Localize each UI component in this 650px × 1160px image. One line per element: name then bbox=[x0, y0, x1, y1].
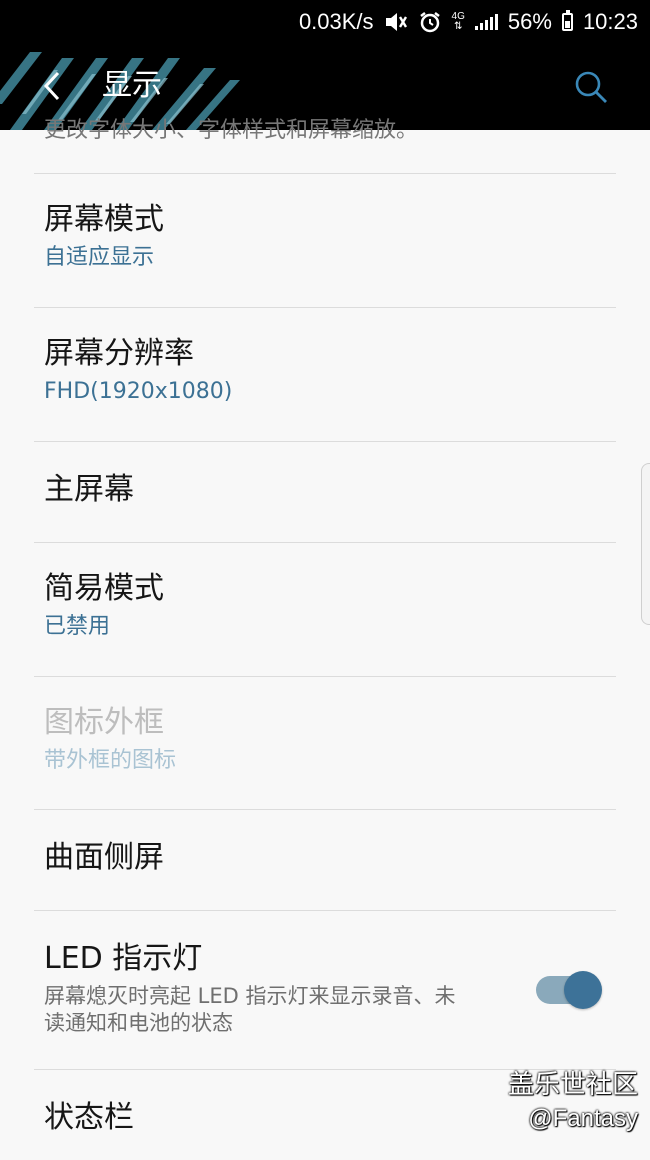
watermark: 盖乐世社区 @Fantasy bbox=[508, 1064, 638, 1133]
item-screen-mode[interactable]: 屏幕模式 自适应显示 bbox=[0, 174, 650, 307]
search-button[interactable] bbox=[568, 64, 614, 110]
toggle-knob bbox=[564, 971, 602, 1009]
battery-percent: 56% bbox=[507, 9, 552, 34]
watermark-user: @Fantasy bbox=[528, 1105, 638, 1132]
status-bar: 0.03K/s 4G ⇅ 56% 10:23 bbox=[0, 0, 650, 44]
alarm-icon bbox=[418, 10, 442, 34]
item-title: 简易模式 bbox=[44, 571, 164, 606]
item-title: 屏幕模式 bbox=[44, 202, 164, 237]
item-icon-frames: 图标外框 带外框的图标 bbox=[0, 677, 650, 810]
item-subtitle: FHD(1920x1080) bbox=[44, 379, 233, 404]
item-title: 图标外框 bbox=[44, 705, 164, 740]
battery-icon bbox=[561, 10, 573, 31]
item-subtitle: 已禁用 bbox=[44, 614, 111, 639]
item-easy-mode[interactable]: 简易模式 已禁用 bbox=[0, 543, 650, 676]
item-title: 屏幕分辨率 bbox=[44, 336, 194, 371]
signal-icon bbox=[474, 14, 498, 30]
search-icon bbox=[575, 71, 607, 103]
scroll-handle[interactable] bbox=[641, 463, 650, 625]
watermark-community: 盖乐世社区 bbox=[507, 1070, 638, 1100]
clipped-description: 更改字体大小、字体样式和屏幕缩放。 bbox=[44, 118, 419, 143]
item-home-screen[interactable]: 主屏幕 bbox=[0, 442, 650, 542]
led-indicator-toggle[interactable] bbox=[536, 971, 602, 1009]
back-button[interactable] bbox=[30, 64, 74, 108]
item-led-indicator[interactable]: LED 指示灯 屏幕熄灭时亮起 LED 指示灯来显示录音、未读通知和电池的状态 bbox=[0, 911, 650, 1069]
item-title: 曲面侧屏 bbox=[44, 840, 164, 875]
item-subtitle: 自适应显示 bbox=[44, 245, 155, 270]
network-speed: 0.03K/s bbox=[298, 9, 374, 34]
item-title: 主屏幕 bbox=[44, 472, 134, 507]
chevron-left-icon bbox=[43, 71, 60, 101]
page-title: 显示 bbox=[102, 68, 162, 103]
item-edge-screen[interactable]: 曲面侧屏 bbox=[0, 810, 650, 910]
mute-icon bbox=[384, 11, 408, 33]
item-screen-resolution[interactable]: 屏幕分辨率 FHD(1920x1080) bbox=[0, 308, 650, 441]
clock: 10:23 bbox=[582, 9, 638, 34]
network-type: 4G ⇅ bbox=[451, 11, 465, 32]
item-description: 屏幕熄灭时亮起 LED 指示灯来显示录音、未读通知和电池的状态 bbox=[44, 984, 456, 1035]
item-subtitle: 带外框的图标 bbox=[44, 748, 177, 773]
